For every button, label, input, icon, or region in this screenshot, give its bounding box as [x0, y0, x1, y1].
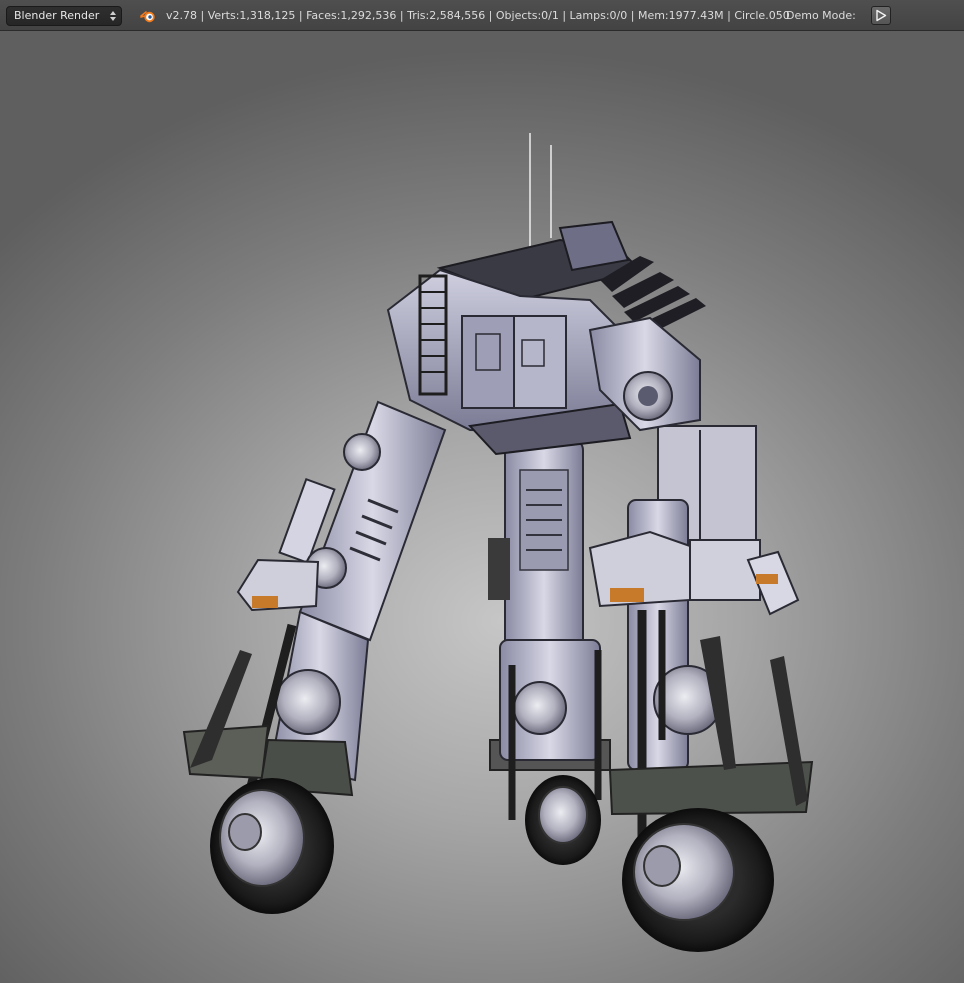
robot-render — [182, 133, 814, 952]
3d-viewport[interactable] — [0, 31, 964, 983]
scene-stats: v2.78 | Verts:1,318,125 | Faces:1,292,53… — [166, 9, 790, 22]
blender-logo-icon — [140, 11, 155, 23]
demo-mode-label: Demo Mode: — [786, 9, 856, 22]
antennas — [529, 133, 552, 248]
blender-window: Blender Render v2.78 | Verts:1,318,125 |… — [0, 0, 964, 983]
left-leg — [182, 400, 447, 914]
render-engine-dropdown[interactable]: Blender Render — [6, 6, 122, 26]
robot-body — [386, 220, 706, 456]
info-header: Blender Render v2.78 | Verts:1,318,125 |… — [0, 0, 964, 31]
right-leg — [588, 425, 814, 952]
demo-play-button[interactable] — [871, 6, 891, 25]
rear-leg — [488, 439, 611, 865]
dropdown-arrows-icon — [110, 11, 116, 21]
play-icon — [876, 9, 887, 22]
render-engine-label: Blender Render — [14, 9, 100, 22]
